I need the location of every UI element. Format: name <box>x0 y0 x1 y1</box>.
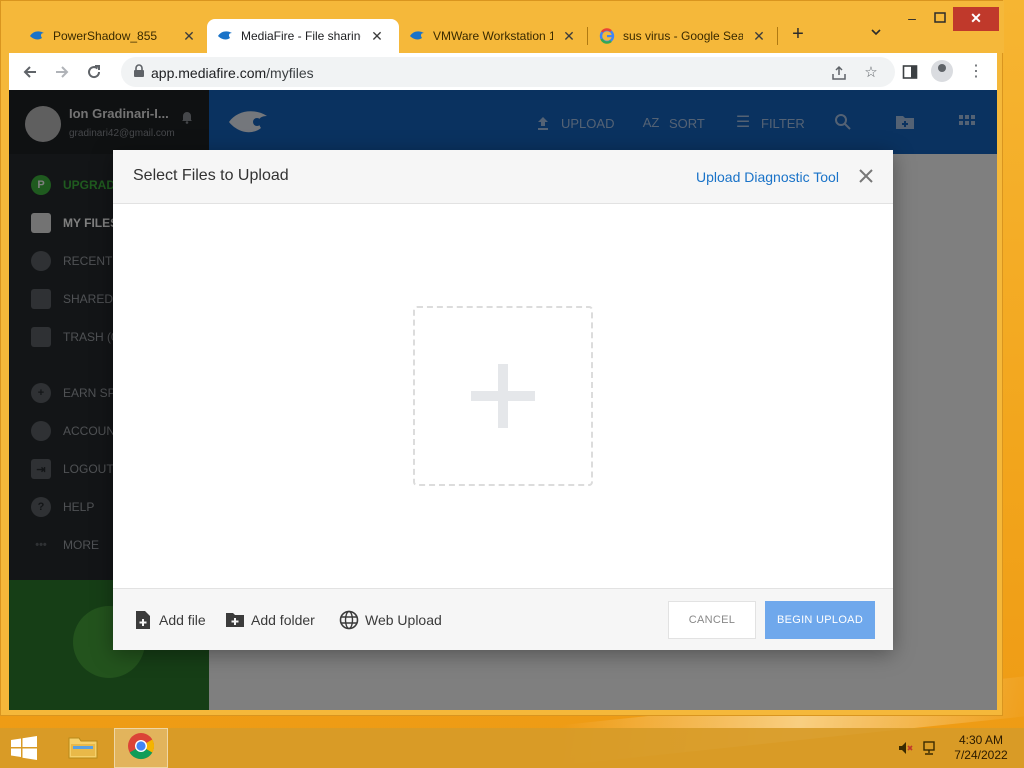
lock-icon[interactable] <box>133 64 147 80</box>
bookmark-star-icon[interactable]: ☆ <box>861 63 881 83</box>
plus-icon <box>471 364 535 428</box>
clock-date: 7/24/2022 <box>954 748 1008 762</box>
mediafire-favicon-icon <box>217 28 233 44</box>
browser-titlebar: PowerShadow_855 ✕ MediaFire - File shari… <box>1 1 1004 53</box>
new-tab-button[interactable]: + <box>787 23 809 45</box>
cancel-button[interactable]: CANCEL <box>668 601 756 639</box>
clock-time: 4:30 AM <box>958 733 1004 747</box>
windows-taskbar: 4:30 AM 7/24/2022 <box>0 728 1024 768</box>
tab-title: VMWare Workstation 1 <box>433 29 553 43</box>
tab-close-icon[interactable]: ✕ <box>181 28 197 45</box>
browser-menu-icon[interactable]: ⋮ <box>965 61 987 83</box>
url-text: app.mediafire.com/myfiles <box>151 65 314 81</box>
start-button[interactable] <box>10 736 38 760</box>
tab-close-icon[interactable]: ✕ <box>369 28 385 45</box>
network-icon[interactable] <box>922 740 938 756</box>
tab-close-icon[interactable]: ✕ <box>751 28 767 45</box>
taskbar-chrome[interactable] <box>114 728 168 768</box>
tab-separator <box>587 27 588 45</box>
tab-close-icon[interactable]: ✕ <box>561 28 577 45</box>
tab-title: sus virus - Google Sear <box>623 29 743 43</box>
mediafire-favicon-icon <box>29 28 45 44</box>
add-file-button[interactable]: Add file <box>133 609 206 631</box>
begin-upload-button[interactable]: BEGIN UPLOAD <box>765 601 875 639</box>
dialog-footer: Add file Add folder Web Upload CANCEL BE… <box>113 588 893 650</box>
tab-search-chevron-icon[interactable] <box>867 25 885 43</box>
address-bar[interactable]: app.mediafire.com/myfiles ☆ <box>121 57 895 87</box>
side-panel-icon[interactable] <box>899 61 921 83</box>
back-button[interactable] <box>19 61 41 83</box>
google-favicon-icon <box>599 28 615 44</box>
minimize-button[interactable]: ‒ <box>897 7 927 31</box>
upload-dialog: Select Files to Upload Upload Diagnostic… <box>113 150 893 650</box>
maximize-button[interactable] <box>925 7 955 31</box>
mediafire-favicon-icon <box>409 28 425 44</box>
browser-toolbar: app.mediafire.com/myfiles ☆ ⋮ <box>9 53 997 90</box>
forward-button[interactable] <box>51 61 73 83</box>
tab-mediafire[interactable]: MediaFire - File sharing ✕ <box>207 19 399 53</box>
tab-google-search[interactable]: sus virus - Google Sear ✕ <box>589 19 777 53</box>
volume-muted-icon[interactable] <box>898 740 914 756</box>
add-folder-icon <box>225 610 245 630</box>
upload-diagnostic-link[interactable]: Upload Diagnostic Tool <box>696 169 839 185</box>
tab-powershadow[interactable]: PowerShadow_855 ✕ <box>19 19 207 53</box>
tab-separator <box>777 27 778 45</box>
web-upload-button[interactable]: Web Upload <box>339 609 442 631</box>
close-window-button[interactable]: ✕ <box>953 7 999 31</box>
dialog-title: Select Files to Upload <box>133 167 289 184</box>
tab-title: MediaFire - File sharing <box>241 29 361 43</box>
globe-icon <box>339 610 359 630</box>
taskbar-file-explorer[interactable] <box>56 728 110 768</box>
add-file-icon <box>133 610 153 630</box>
tab-vmware[interactable]: VMWare Workstation 1 ✕ <box>399 19 587 53</box>
tab-title: PowerShadow_855 <box>53 29 158 43</box>
profile-avatar-icon[interactable] <box>931 60 953 82</box>
browser-window: PowerShadow_855 ✕ MediaFire - File shari… <box>0 0 1004 716</box>
chrome-icon <box>126 731 156 766</box>
file-explorer-icon <box>67 732 99 765</box>
file-dropzone[interactable] <box>413 306 593 486</box>
add-folder-button[interactable]: Add folder <box>225 609 315 631</box>
mediafire-page: Ion Gradinari-I... gradinari42@gmail.com… <box>9 90 997 710</box>
dialog-header: Select Files to Upload Upload Diagnostic… <box>113 150 893 204</box>
reload-button[interactable] <box>83 61 105 83</box>
share-icon[interactable] <box>829 63 849 83</box>
close-icon[interactable] <box>857 167 875 185</box>
system-clock[interactable]: 4:30 AM 7/24/2022 <box>946 733 1016 763</box>
